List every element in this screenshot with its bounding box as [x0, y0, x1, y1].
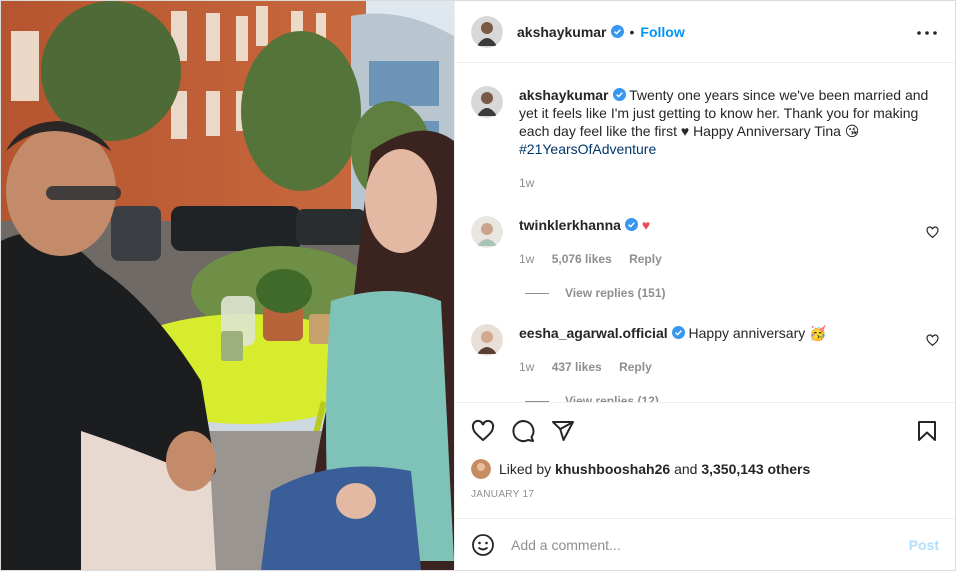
header-separator: • [629, 23, 635, 40]
author-username[interactable]: akshaykumar [517, 24, 607, 40]
like-comment-heart-icon[interactable] [926, 226, 939, 239]
liked-by-others[interactable]: 3,350,143 others [701, 461, 810, 477]
comment-username[interactable]: eesha_agarwal.official [519, 325, 668, 341]
verified-badge-icon [610, 25, 624, 38]
comment-item: twinklerkhanna ♥ 1w 5,076 likes Reply [471, 216, 939, 268]
like-comment-heart-icon[interactable] [926, 334, 939, 347]
comment-likes[interactable]: 5,076 likes [552, 252, 612, 266]
caption-meta: 1w [519, 174, 934, 192]
like-heart-icon[interactable] [471, 419, 495, 443]
caption-hashtag[interactable]: #21YearsOfAdventure [519, 141, 656, 157]
add-comment-input[interactable] [511, 536, 909, 553]
comment-text: ♥ [641, 217, 651, 233]
commenter-avatar[interactable] [471, 216, 503, 248]
comment-username[interactable]: twinklerkhanna [519, 217, 621, 233]
caption: akshaykumar Twenty one years since we've… [471, 86, 939, 192]
post-comment-button[interactable]: Post [909, 537, 939, 553]
author-avatar[interactable] [471, 15, 503, 48]
reply-button[interactable]: Reply [619, 360, 652, 374]
view-replies-button[interactable]: View replies (151) [525, 286, 939, 300]
liker-avatar[interactable] [471, 459, 491, 479]
post-header: akshaykumar • Follow [455, 1, 955, 63]
view-replies-label: View replies (12) [565, 394, 659, 402]
comment-meta: 1w 5,076 likes Reply [519, 250, 909, 268]
save-bookmark-icon[interactable] [915, 419, 939, 443]
liked-by-user[interactable]: khushbooshah26 [555, 461, 670, 477]
liked-by-and: and [674, 461, 698, 477]
commenter-avatar[interactable] [471, 324, 503, 356]
follow-button[interactable]: Follow [640, 24, 684, 40]
share-paper-plane-icon[interactable] [551, 419, 575, 443]
liked-by: Liked by khushbooshah26 and 3,350,143 ot… [471, 459, 939, 479]
post-date[interactable]: JANUARY 17 [471, 489, 939, 500]
comment-bubble-icon[interactable] [511, 419, 535, 443]
comment-text: Happy anniversary 🥳 [688, 325, 827, 341]
caption-username[interactable]: akshaykumar [519, 87, 609, 103]
verified-badge-icon [671, 325, 685, 339]
post-photo[interactable] [1, 1, 454, 570]
reply-button[interactable]: Reply [629, 252, 662, 266]
comment-likes[interactable]: 437 likes [552, 360, 602, 374]
verified-badge-icon [624, 217, 638, 231]
post-photo-illustration [1, 1, 454, 570]
emoji-icon[interactable] [471, 533, 495, 557]
instagram-post: akshaykumar • Follow akshaykumar Twenty … [0, 0, 956, 571]
caption-body: akshaykumar Twenty one years since we've… [519, 86, 934, 192]
verified-badge-icon [612, 87, 626, 101]
comment-time[interactable]: 1w [519, 252, 534, 266]
add-comment-bar: Post [455, 518, 955, 570]
comments-list[interactable]: akshaykumar Twenty one years since we've… [455, 64, 955, 402]
comment-body: eesha_agarwal.official Happy anniversary… [519, 324, 909, 376]
view-replies-label: View replies (151) [565, 286, 666, 300]
caption-time[interactable]: 1w [519, 176, 534, 190]
comment-time[interactable]: 1w [519, 360, 534, 374]
more-options-icon[interactable] [915, 23, 939, 43]
post-sidebar: akshaykumar • Follow akshaykumar Twenty … [454, 1, 955, 570]
caption-avatar[interactable] [471, 86, 503, 118]
action-icons [471, 417, 939, 445]
replies-divider [525, 292, 549, 294]
comment-body: twinklerkhanna ♥ 1w 5,076 likes Reply [519, 216, 909, 268]
liked-by-prefix: Liked by [499, 461, 552, 477]
comment-item: eesha_agarwal.official Happy anniversary… [471, 324, 939, 376]
view-replies-button[interactable]: View replies (12) [525, 394, 939, 402]
comment-meta: 1w 437 likes Reply [519, 358, 909, 376]
